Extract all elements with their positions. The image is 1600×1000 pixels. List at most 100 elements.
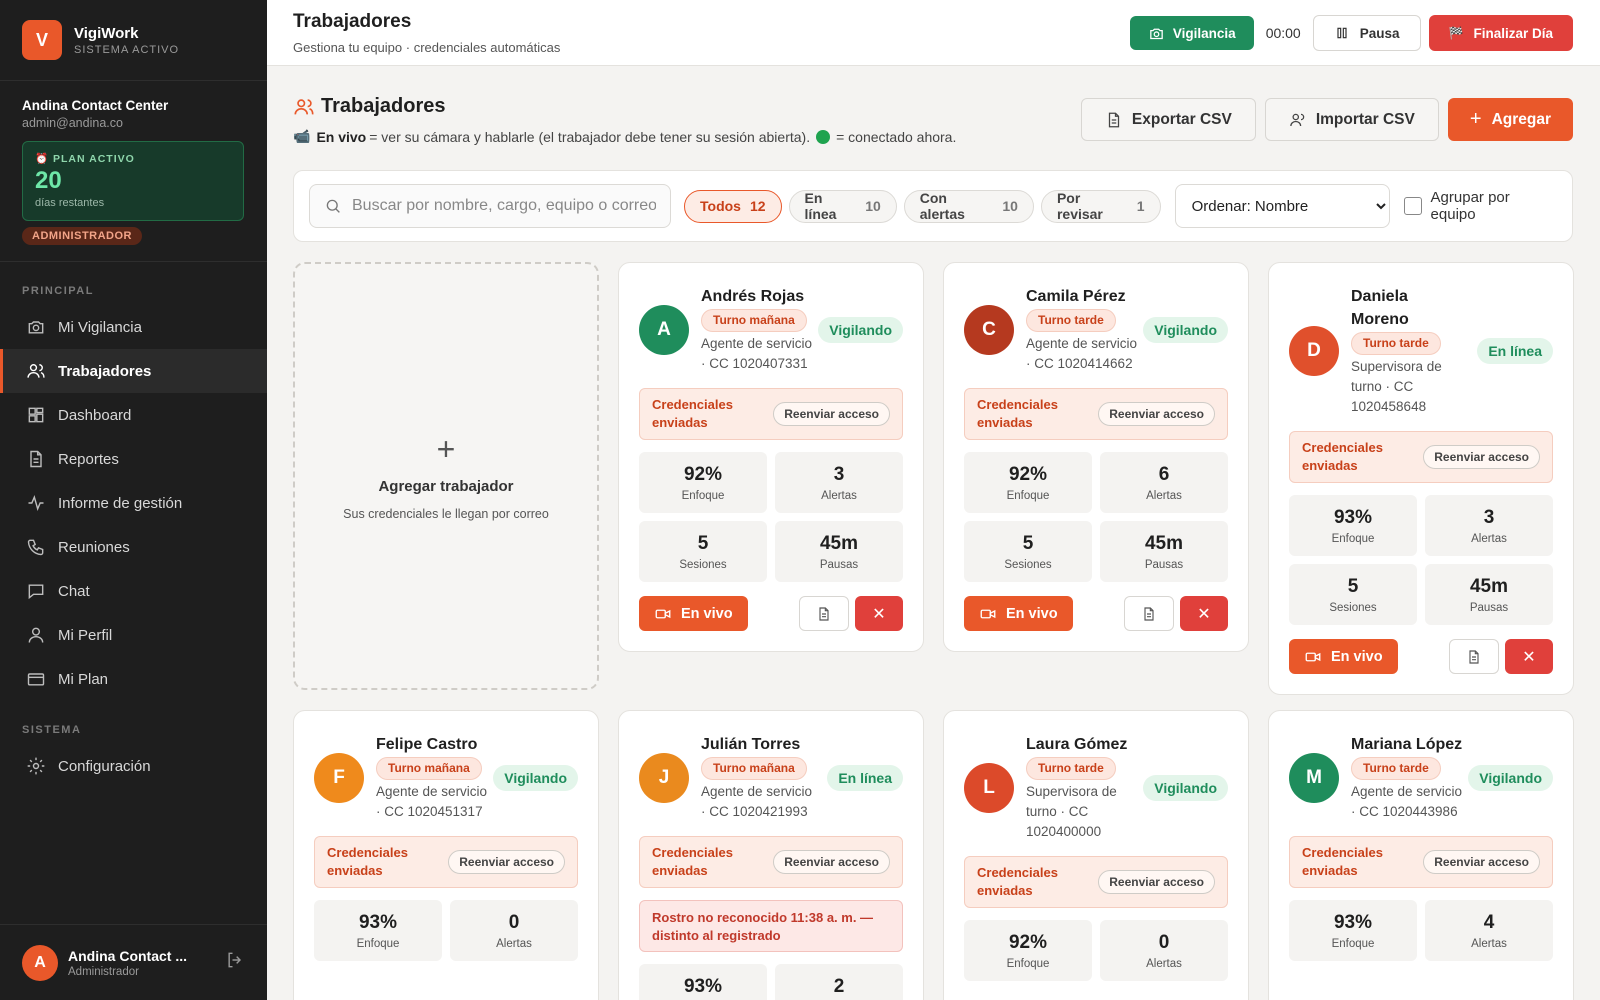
top-subtitle: Gestiona tu equipo · credenciales automá… — [293, 40, 561, 55]
close-icon: ✕ — [872, 605, 886, 623]
stat-sessions: 5 Sesiones — [964, 521, 1092, 582]
sidebar-item-label: Dashboard — [58, 406, 132, 424]
worker-name[interactable]: Julián Torres — [701, 733, 819, 756]
pause-label: Pausa — [1359, 25, 1400, 41]
filter-chip-todos[interactable]: Todos 12 — [684, 189, 782, 223]
pause-button[interactable]: Pausa — [1312, 15, 1421, 51]
live-button[interactable]: En vivo — [1289, 639, 1398, 674]
sidebar-item-reportes[interactable]: Reportes — [0, 437, 267, 481]
video-camera-icon — [655, 609, 671, 618]
logout-icon[interactable] — [225, 950, 245, 975]
worker-stats: 93%Enfoque2Alertas — [639, 964, 903, 1000]
worker-name[interactable]: Mariana López — [1351, 733, 1468, 756]
worker-name[interactable]: Felipe Castro — [376, 733, 493, 756]
live-button[interactable]: En vivo — [639, 596, 748, 631]
delete-button[interactable]: ✕ — [1180, 596, 1228, 631]
stat-alerts: 6 Alertas — [1100, 452, 1228, 513]
sidebar-item-informe-de-gestion[interactable]: Informe de gestión — [0, 481, 267, 525]
delete-button[interactable]: ✕ — [855, 596, 903, 631]
stat-focus: 92% Enfoque — [964, 452, 1092, 513]
add-worker-button[interactable]: + Agregar — [1447, 98, 1573, 141]
org-name: Andina Contact Center — [22, 98, 169, 113]
status-badge: Vigilando — [818, 316, 903, 343]
stat-focus: 93%Enfoque — [314, 900, 442, 961]
worker-card[interactable]: M Mariana López Turno tarde Agente de servi… — [1268, 710, 1574, 1000]
worker-role: Agente de servicio · CC 1020443986 — [1351, 784, 1463, 819]
sidebar-item-reuniones[interactable]: Reuniones — [0, 525, 267, 569]
sidebar-item-mi-vigilancia[interactable]: Mi Vigilancia — [0, 305, 267, 349]
filter-chip-con-alertas[interactable]: Con alertas 10 — [903, 189, 1034, 223]
report-button[interactable] — [1124, 596, 1174, 631]
resend-access-button[interactable]: Reenviar acceso — [1098, 870, 1215, 894]
worker-card[interactable]: D Daniela Moreno Turno tarde Supervisora de… — [1268, 262, 1574, 695]
export-csv-button[interactable]: Exportar CSV — [1080, 98, 1256, 141]
resend-access-button[interactable]: Reenviar acceso — [1098, 402, 1215, 426]
worker-name[interactable]: Laura Gómez — [1026, 733, 1143, 756]
chip-label: Por revisar — [1056, 190, 1103, 222]
resend-access-button[interactable]: Reenviar acceso — [1423, 850, 1540, 874]
worker-card[interactable]: L Laura Gómez Turno tarde Supervisora de tu… — [943, 710, 1249, 1000]
pause-icon — [1337, 27, 1347, 39]
group-checkbox[interactable] — [1403, 197, 1422, 215]
worker-card[interactable]: A Andrés Rojas Turno mañana Agente de servi… — [618, 262, 924, 652]
sidebar-item-mi-perfil[interactable]: Mi Perfil — [0, 613, 267, 657]
brand-logo[interactable]: V — [22, 20, 62, 60]
plan-box[interactable]: ⏰ PLAN ACTIVO 20 días restantes — [22, 141, 244, 221]
delete-button[interactable]: ✕ — [1505, 639, 1553, 674]
online-dot-icon — [816, 129, 831, 144]
credentials-label: Credenciales enviadas — [977, 865, 1058, 898]
org-info: Andina Contact Center admin@andina.co ⏰ … — [0, 81, 267, 245]
worker-card[interactable]: J Julián Torres Turno mañana Agente de serv… — [618, 710, 924, 1000]
user-avatar[interactable]: A — [22, 944, 58, 981]
chip-label: Con alertas — [919, 190, 965, 222]
resend-access-button[interactable]: Reenviar acceso — [448, 850, 565, 874]
sidebar-item-trabajadores[interactable]: Trabajadores — [0, 349, 267, 393]
credentials-box: Credenciales enviadas Reenviar acceso — [964, 856, 1228, 908]
worker-stats: 93% Enfoque 4 Alertas — [1289, 900, 1553, 961]
users-icon — [27, 364, 45, 378]
worker-name[interactable]: Daniela Moreno — [1351, 285, 1469, 331]
end-day-button[interactable]: 🏁 Finalizar Día — [1428, 15, 1573, 51]
filter-chip-por-revisar[interactable]: Por revisar 1 — [1040, 189, 1161, 223]
status-badge: En línea — [827, 764, 903, 791]
report-button[interactable] — [799, 596, 849, 631]
worker-card[interactable]: F Felipe Castro Turno mañana Agente de serv… — [293, 710, 599, 1000]
document-icon — [30, 450, 42, 468]
worker-role: Agente de servicio · CC 1020421993 — [701, 784, 813, 819]
resend-access-button[interactable]: Reenviar acceso — [773, 402, 890, 426]
live-button[interactable]: En vivo — [964, 596, 1073, 631]
status-badge: Vigilando — [1468, 764, 1553, 791]
stat-focus: 93%Enfoque — [1289, 495, 1417, 556]
resend-access-button[interactable]: Reenviar acceso — [1423, 445, 1540, 469]
worker-card[interactable]: C Camila Pérez Turno tarde Agente de servic… — [943, 262, 1249, 652]
sidebar-item-configuracion[interactable]: Configuración — [0, 744, 267, 788]
sort-select[interactable]: Ordenar: Nombre — [1174, 184, 1390, 228]
activity-icon — [28, 495, 44, 511]
user-icon — [28, 627, 44, 643]
sidebar-item-dashboard[interactable]: Dashboard — [0, 393, 267, 437]
plus-icon: + — [1469, 108, 1482, 130]
vigilance-label: Vigilancia — [1172, 25, 1236, 41]
worker-name[interactable]: Camila Pérez — [1026, 285, 1143, 308]
chip-count: 10 — [1002, 198, 1018, 214]
vigilance-button[interactable]: Vigilancia — [1129, 16, 1254, 50]
sidebar-item-mi-plan[interactable]: Mi Plan — [0, 657, 267, 701]
report-button[interactable] — [1449, 639, 1499, 674]
stat-focus: 93%Enfoque — [1289, 900, 1417, 961]
sidebar-item-label: Informe de gestión — [58, 494, 183, 512]
plan-remaining: días restantes — [35, 197, 105, 209]
worker-name[interactable]: Andrés Rojas — [701, 285, 818, 308]
resend-access-button[interactable]: Reenviar acceso — [773, 850, 890, 874]
add-worker-card[interactable]: + Agregar trabajador Sus credenciales le… — [293, 262, 599, 690]
sidebar-item-chat[interactable]: Chat — [0, 569, 267, 613]
group-by-team-toggle[interactable]: Agrupar por equipo — [1403, 189, 1557, 223]
filter-chip-en-linea[interactable]: En línea 10 — [788, 189, 897, 223]
worker-role: Agente de servicio · CC 1020451317 — [376, 784, 488, 819]
search-box[interactable] — [309, 184, 671, 228]
stat-sessions: 5 Sesiones — [1289, 564, 1417, 625]
search-input[interactable] — [352, 197, 656, 215]
stat-focus: 92% Enfoque — [639, 452, 767, 513]
worker-avatar: J — [639, 752, 689, 803]
import-csv-button[interactable]: Importar CSV — [1264, 98, 1439, 141]
dashboard-icon — [28, 407, 44, 423]
